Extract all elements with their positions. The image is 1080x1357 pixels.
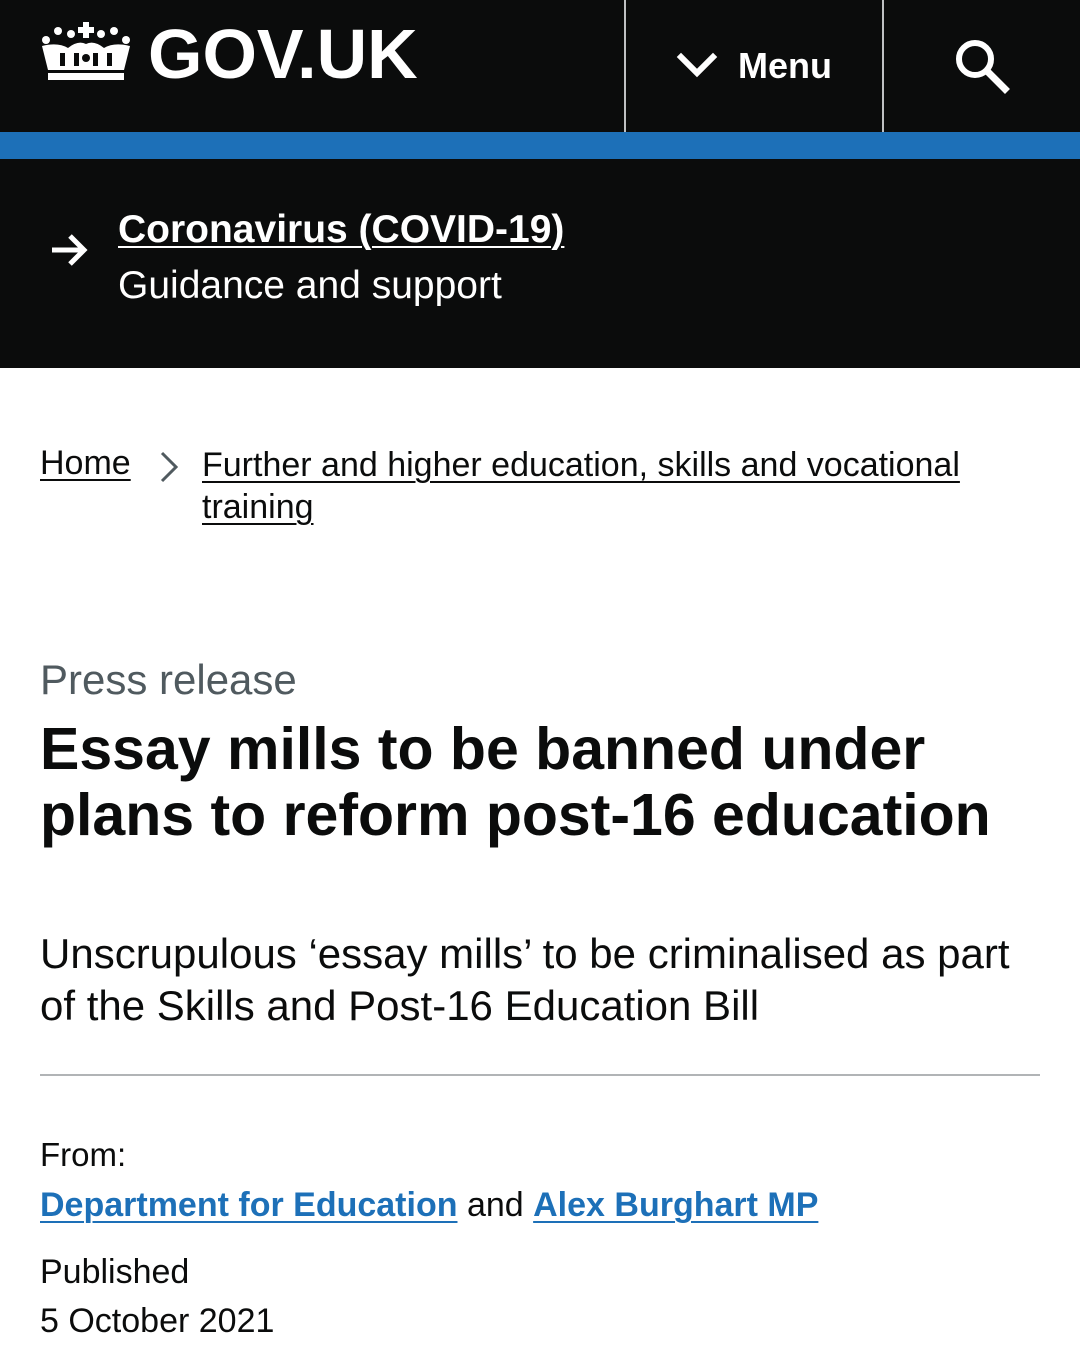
- chevron-right-icon: [160, 451, 179, 483]
- arrow-right-icon: [52, 234, 88, 266]
- breadcrumb-home-link[interactable]: Home: [40, 444, 131, 483]
- page-title: Essay mills to be banned under plans to …: [40, 716, 991, 848]
- org-link-alex-burghart[interactable]: Alex Burghart MP: [533, 1186, 818, 1224]
- crown-icon: [42, 22, 130, 80]
- from-organisations: Department for Education and Alex Burgha…: [40, 1186, 818, 1225]
- search-icon: [956, 40, 1010, 94]
- from-conjunction: and: [466, 1186, 524, 1224]
- covid-subtitle: Guidance and support: [118, 264, 502, 307]
- page-lede: Unscrupulous ‘essay mills’ to be crimina…: [40, 930, 1010, 1029]
- search-button[interactable]: [884, 0, 1080, 132]
- published-date: 5 October 2021: [40, 1302, 275, 1340]
- menu-button[interactable]: Menu: [626, 0, 882, 132]
- org-link-department-for-education[interactable]: Department for Education: [40, 1186, 457, 1224]
- section-divider: [40, 1074, 1040, 1076]
- menu-label: Menu: [738, 45, 832, 86]
- govuk-logo-link[interactable]: GOV.UK: [38, 12, 418, 96]
- site-header: GOV.UK Menu: [0, 0, 1080, 132]
- from-label: From:: [40, 1136, 127, 1173]
- page-caption: Press release: [40, 656, 297, 703]
- header-blue-bar: [0, 132, 1080, 159]
- covid-link[interactable]: Coronavirus (COVID-19): [118, 208, 564, 252]
- chevron-down-icon: [676, 52, 718, 78]
- breadcrumb-topic-link[interactable]: Further and higher education, skills and…: [202, 444, 1022, 528]
- published-label: Published: [40, 1253, 190, 1291]
- govuk-logo-text: GOV.UK: [148, 15, 418, 93]
